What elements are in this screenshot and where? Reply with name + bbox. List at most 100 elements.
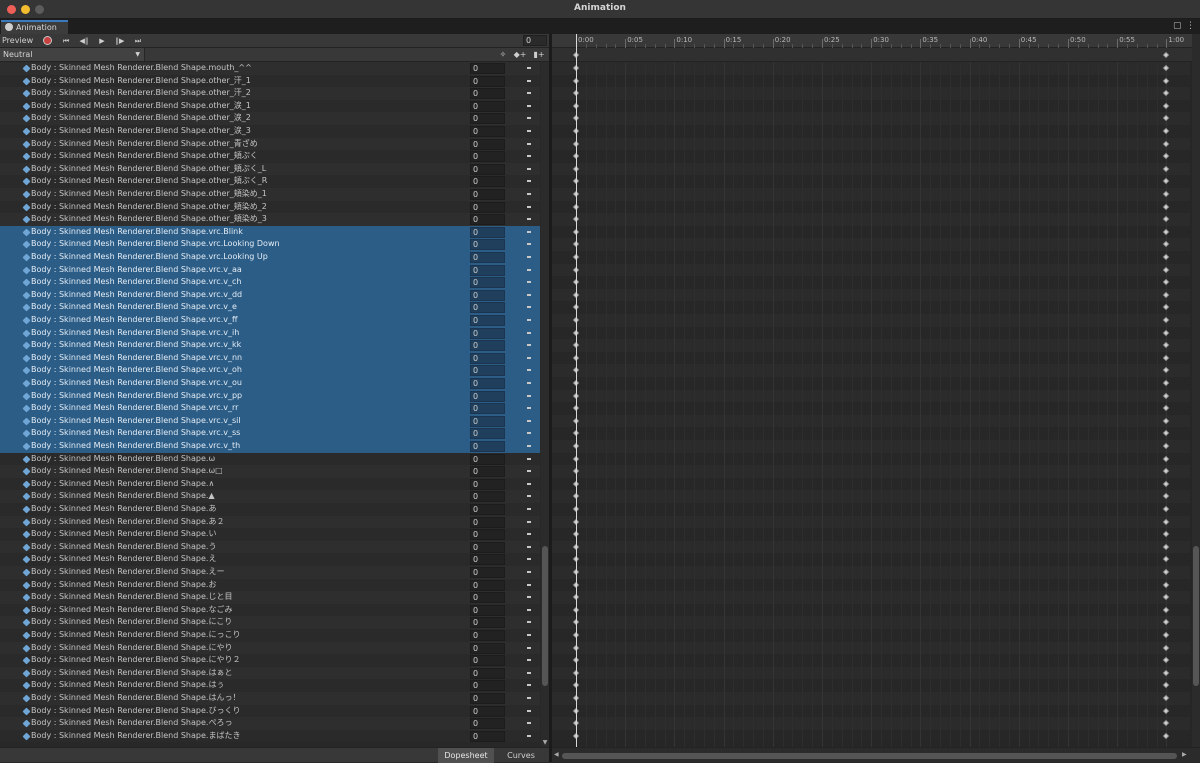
property-row[interactable]: Body : Skinned Mesh Renderer.Blend Shape…	[0, 465, 540, 478]
property-value-field[interactable]: 0	[470, 617, 505, 629]
property-row[interactable]: Body : Skinned Mesh Renderer.Blend Shape…	[0, 62, 540, 75]
property-options-icon[interactable]	[527, 697, 531, 699]
property-row[interactable]: Body : Skinned Mesh Renderer.Blend Shape…	[0, 351, 540, 365]
property-value-field[interactable]: 0	[470, 365, 505, 377]
property-row[interactable]: Body : Skinned Mesh Renderer.Blend Shape…	[0, 389, 540, 403]
property-value-field[interactable]: 0	[470, 554, 505, 566]
property-value-field[interactable]: 0	[470, 567, 505, 578]
add-keyframe-icon[interactable]: ◆+	[512, 48, 528, 61]
timeline-horizontal-scrollbar[interactable]: ◀ ▶	[552, 747, 1200, 762]
property-options-icon[interactable]	[527, 671, 531, 674]
property-options-icon[interactable]	[527, 319, 531, 321]
property-row[interactable]: Body : Skinned Mesh Renderer.Blend Shape…	[0, 377, 540, 390]
property-row[interactable]: Body : Skinned Mesh Renderer.Blend Shape…	[0, 654, 540, 667]
property-row[interactable]: Body : Skinned Mesh Renderer.Blend Shape…	[0, 225, 540, 239]
property-value-field[interactable]: 0	[470, 239, 505, 251]
play-icon[interactable]: ▶	[94, 35, 110, 47]
property-row[interactable]: Body : Skinned Mesh Renderer.Blend Shape…	[0, 251, 540, 264]
property-value-field[interactable]: 0	[470, 163, 505, 175]
filter-icon[interactable]: ✧	[495, 48, 511, 61]
property-row[interactable]: Body : Skinned Mesh Renderer.Blend Shape…	[0, 553, 540, 566]
property-options-icon[interactable]	[527, 709, 531, 712]
dopesheet-timeline[interactable]: 0:00 0:05 0:10 0:15 0:20 0:25 0:30 0:35 0:40 0:45…	[552, 34, 1200, 762]
property-value-field[interactable]: 0	[470, 226, 505, 238]
property-row[interactable]: Body : Skinned Mesh Renderer.Blend Shape…	[0, 440, 540, 453]
property-row[interactable]: Body : Skinned Mesh Renderer.Blend Shape…	[0, 125, 540, 138]
property-options-icon[interactable]	[527, 470, 531, 473]
property-options-icon[interactable]	[527, 344, 531, 347]
property-value-field[interactable]: 0	[470, 403, 505, 415]
property-options-icon[interactable]	[527, 621, 531, 624]
property-value-field[interactable]: 0	[470, 327, 505, 339]
property-value-field[interactable]: 0	[470, 277, 505, 289]
property-row[interactable]: Body : Skinned Mesh Renderer.Blend Shape…	[0, 162, 540, 176]
property-options-icon[interactable]	[527, 117, 531, 120]
property-options-icon[interactable]	[527, 369, 531, 372]
property-row[interactable]: Body : Skinned Mesh Renderer.Blend Shape…	[0, 629, 540, 642]
property-value-field[interactable]: 0	[470, 693, 505, 704]
property-value-field[interactable]: 0	[470, 100, 505, 112]
property-row[interactable]: Body : Skinned Mesh Renderer.Blend Shape…	[0, 112, 540, 125]
property-options-icon[interactable]	[527, 79, 531, 82]
property-row[interactable]: Body : Skinned Mesh Renderer.Blend Shape…	[0, 515, 540, 529]
property-row[interactable]: Body : Skinned Mesh Renderer.Blend Shape…	[0, 603, 540, 617]
next-keyframe-icon[interactable]: ‖▶	[112, 35, 128, 47]
property-row[interactable]: Body : Skinned Mesh Renderer.Blend Shape…	[0, 641, 540, 655]
property-options-icon[interactable]	[527, 67, 531, 69]
property-value-field[interactable]: 0	[470, 138, 505, 150]
property-options-icon[interactable]	[527, 230, 531, 233]
property-value-field[interactable]: 0	[470, 466, 505, 478]
frame-input[interactable]: 0	[523, 35, 547, 46]
property-options-icon[interactable]	[527, 205, 531, 208]
property-value-field[interactable]: 0	[470, 630, 505, 641]
property-list-scroll-thumb[interactable]	[542, 546, 548, 686]
add-event-icon[interactable]: ▮+	[531, 48, 547, 61]
property-value-field[interactable]: 0	[470, 516, 505, 528]
property-options-icon[interactable]	[527, 293, 531, 296]
property-row[interactable]: Body : Skinned Mesh Renderer.Blend Shape…	[0, 729, 540, 743]
property-options-icon[interactable]	[527, 306, 531, 309]
property-value-field[interactable]: 0	[470, 352, 505, 364]
property-value-field[interactable]: 0	[470, 529, 505, 541]
property-options-icon[interactable]	[527, 155, 531, 158]
property-value-field[interactable]: 0	[470, 428, 505, 440]
property-row[interactable]: Body : Skinned Mesh Renderer.Blend Shape…	[0, 175, 540, 188]
property-row[interactable]: Body : Skinned Mesh Renderer.Blend Shape…	[0, 528, 540, 541]
property-options-icon[interactable]	[527, 445, 531, 447]
property-row[interactable]: Body : Skinned Mesh Renderer.Blend Shape…	[0, 99, 540, 113]
property-options-icon[interactable]	[527, 92, 531, 95]
property-row[interactable]: Body : Skinned Mesh Renderer.Blend Shape…	[0, 490, 540, 503]
property-row[interactable]: Body : Skinned Mesh Renderer.Blend Shape…	[0, 301, 540, 314]
property-row[interactable]: Body : Skinned Mesh Renderer.Blend Shape…	[0, 692, 540, 705]
property-row[interactable]: Body : Skinned Mesh Renderer.Blend Shape…	[0, 150, 540, 163]
property-row[interactable]: Body : Skinned Mesh Renderer.Blend Shape…	[0, 200, 540, 214]
property-row[interactable]: Body : Skinned Mesh Renderer.Blend Shape…	[0, 540, 540, 554]
property-row[interactable]: Body : Skinned Mesh Renderer.Blend Shape…	[0, 213, 540, 226]
property-options-icon[interactable]	[527, 545, 531, 548]
property-options-icon[interactable]	[527, 407, 531, 410]
property-options-icon[interactable]	[527, 243, 531, 246]
property-options-icon[interactable]	[527, 558, 531, 561]
preview-toggle[interactable]: Preview	[2, 35, 33, 47]
property-options-icon[interactable]	[527, 218, 531, 221]
property-value-field[interactable]: 0	[470, 201, 505, 213]
property-options-icon[interactable]	[527, 495, 531, 498]
property-value-field[interactable]: 0	[470, 491, 505, 503]
property-value-field[interactable]: 0	[470, 302, 505, 314]
property-row[interactable]: Body : Skinned Mesh Renderer.Blend Shape…	[0, 288, 540, 302]
summary-keyframe[interactable]	[1163, 51, 1170, 59]
property-row[interactable]: Body : Skinned Mesh Renderer.Blend Shape…	[0, 137, 540, 151]
property-value-field[interactable]: 0	[470, 340, 505, 352]
property-value-field[interactable]: 0	[470, 289, 505, 301]
more-menu-icon[interactable]: ⋮	[1186, 21, 1195, 31]
first-keyframe-icon[interactable]: ⏮	[58, 35, 74, 47]
summary-track[interactable]	[552, 48, 1200, 62]
property-row[interactable]: Body : Skinned Mesh Renderer.Blend Shape…	[0, 704, 540, 718]
property-row[interactable]: Body : Skinned Mesh Renderer.Blend Shape…	[0, 276, 540, 289]
property-value-field[interactable]: 0	[470, 126, 505, 137]
property-options-icon[interactable]	[527, 482, 531, 485]
property-row[interactable]: Body : Skinned Mesh Renderer.Blend Shape…	[0, 616, 540, 629]
property-list-scrollbar[interactable]: ▼	[541, 62, 549, 747]
property-options-icon[interactable]	[527, 571, 531, 573]
property-options-icon[interactable]	[527, 104, 531, 107]
